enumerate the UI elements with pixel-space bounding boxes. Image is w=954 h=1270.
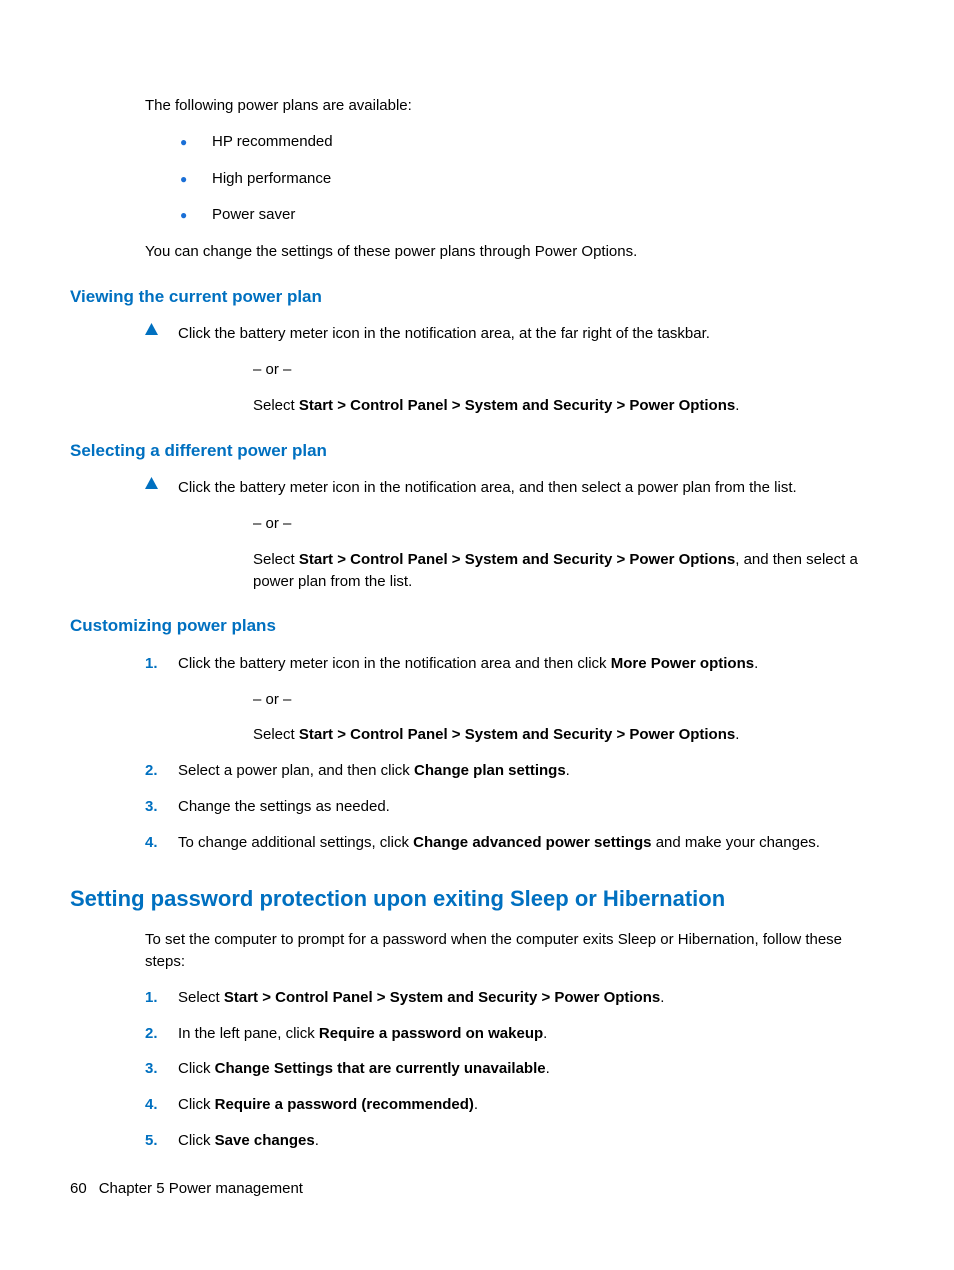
step-text: Select a power plan, and then click Chan… [178, 760, 884, 782]
step-number: 4. [145, 1094, 158, 1116]
step-row: 1. Click the battery meter icon in the n… [145, 653, 884, 675]
step-row: 2. Select a power plan, and then click C… [145, 760, 884, 782]
list-item-label: Power saver [212, 204, 295, 226]
step-number: 4. [145, 832, 158, 854]
step-text: Change the settings as needed. [178, 796, 884, 818]
step-number: 1. [145, 653, 158, 675]
step-number: 1. [145, 987, 158, 1009]
step-number: 3. [145, 796, 158, 818]
or-text: – or – [145, 359, 884, 381]
intro-text: The following power plans are available: [70, 95, 884, 117]
step-text: In the left pane, click Require a passwo… [178, 1023, 884, 1045]
triangle-icon [145, 477, 178, 489]
chapter-label: Chapter 5 Power management [99, 1180, 303, 1197]
step-text: Click the battery meter icon in the noti… [178, 477, 884, 499]
step-number: 5. [145, 1130, 158, 1152]
step-text: Click the battery meter icon in the noti… [178, 653, 884, 675]
step-row: 3. Change the settings as needed. [145, 796, 884, 818]
heading-customizing: Customizing power plans [70, 614, 884, 639]
list-item-label: HP recommended [212, 131, 333, 153]
step-row: 4. To change additional settings, click … [145, 832, 884, 854]
step-row: 5. Click Save changes. [145, 1130, 884, 1152]
step-number: 3. [145, 1058, 158, 1080]
list-item-label: High performance [212, 168, 331, 190]
page-number: 60 [70, 1180, 87, 1197]
step-continuation: Select Start > Control Panel > System an… [145, 724, 884, 746]
step-row: 4. Click Require a password (recommended… [145, 1094, 884, 1116]
heading-password: Setting password protection upon exiting… [70, 883, 884, 915]
step-row: 3. Click Change Settings that are curren… [145, 1058, 884, 1080]
page-footer: 60 Chapter 5 Power management [70, 1178, 303, 1200]
step-row: 1. Select Start > Control Panel > System… [145, 987, 884, 1009]
heading-viewing: Viewing the current power plan [70, 285, 884, 310]
bullet-icon: ● [180, 171, 212, 188]
step-row: Click the battery meter icon in the noti… [145, 477, 884, 499]
step-row: 2. In the left pane, click Require a pas… [145, 1023, 884, 1045]
step-text: Click Require a password (recommended). [178, 1094, 884, 1116]
list-item: ●High performance [70, 168, 884, 190]
section-intro: To set the computer to prompt for a pass… [70, 929, 884, 973]
triangle-icon [145, 323, 178, 335]
or-text: – or – [145, 513, 884, 535]
step-text: Click Change Settings that are currently… [178, 1058, 884, 1080]
document-page: The following power plans are available:… [0, 0, 954, 1152]
nav-path: Start > Control Panel > System and Secur… [299, 726, 735, 743]
nav-path: Start > Control Panel > System and Secur… [224, 989, 660, 1006]
step-number: 2. [145, 1023, 158, 1045]
bullet-icon: ● [180, 207, 212, 224]
list-item: ●Power saver [70, 204, 884, 226]
list-item: ●HP recommended [70, 131, 884, 153]
step-continuation: Select Start > Control Panel > System an… [145, 395, 884, 417]
step-continuation: Select Start > Control Panel > System an… [145, 549, 884, 593]
heading-selecting: Selecting a different power plan [70, 439, 884, 464]
step-text: To change additional settings, click Cha… [178, 832, 884, 854]
step-text: Click Save changes. [178, 1130, 884, 1152]
step-row: Click the battery meter icon in the noti… [145, 323, 884, 345]
after-plans-text: You can change the settings of these pow… [70, 241, 884, 263]
power-plan-list: ●HP recommended ●High performance ●Power… [70, 131, 884, 226]
bullet-icon: ● [180, 134, 212, 151]
nav-path: Start > Control Panel > System and Secur… [299, 397, 735, 414]
step-text: Select Start > Control Panel > System an… [178, 987, 884, 1009]
nav-path: Start > Control Panel > System and Secur… [299, 551, 735, 568]
step-text: Click the battery meter icon in the noti… [178, 323, 884, 345]
step-number: 2. [145, 760, 158, 782]
or-text: – or – [145, 689, 884, 711]
